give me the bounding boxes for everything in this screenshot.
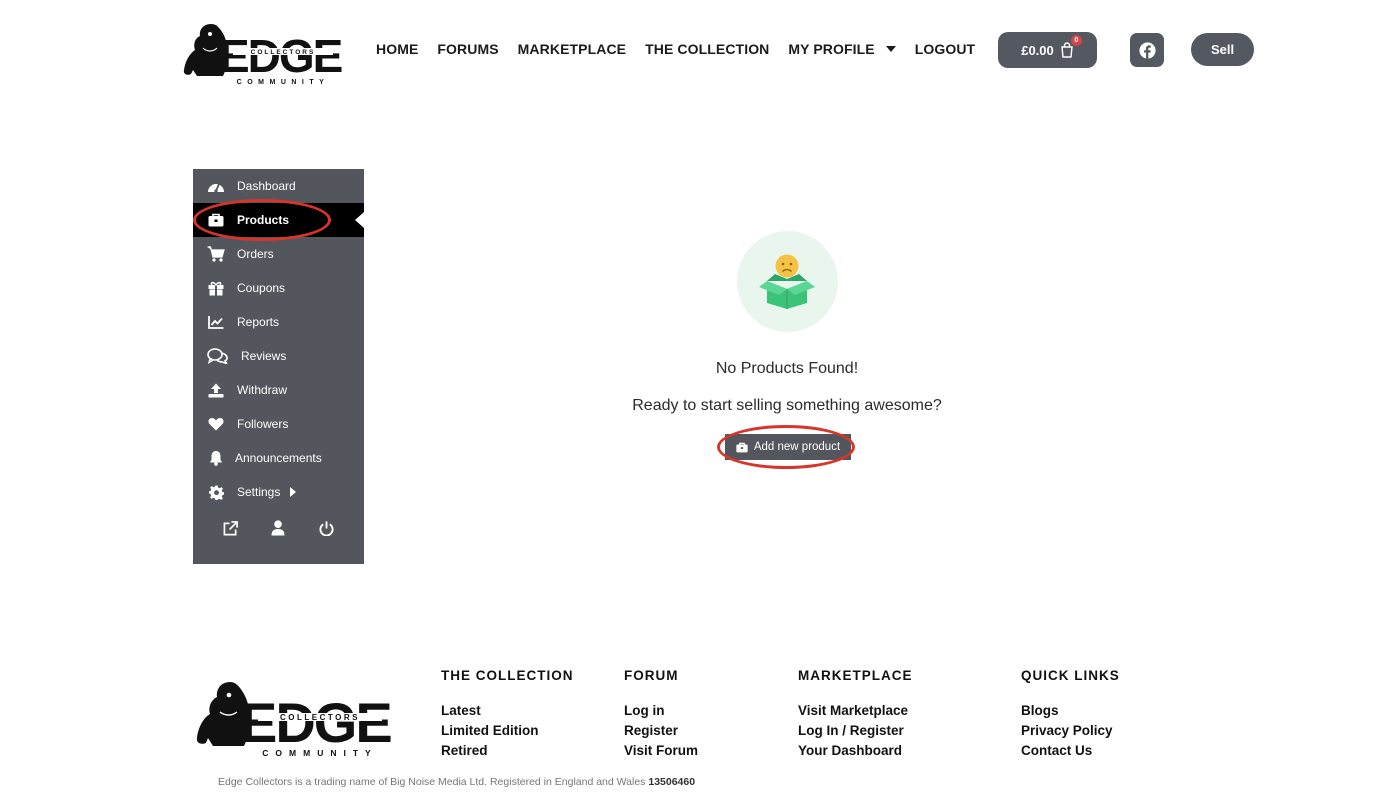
sidebar-bottom-actions [193,515,364,541]
footer-heading: FORUM [624,668,679,683]
sidebar-item-followers[interactable]: Followers [193,407,364,441]
sidebar-item-label: Reports [237,315,280,329]
sidebar-item-label: Orders [237,247,274,261]
sidebar-item-label: Followers [237,417,289,431]
sidebar-item-label: Withdraw [237,383,288,397]
cart-total: £0.00 [1021,42,1054,58]
sidebar-item-announcements[interactable]: Announcements [193,441,364,475]
nav-logout[interactable]: LOGOUT [915,41,975,57]
empty-state-title: No Products Found! [715,360,859,377]
briefcase-icon [736,442,748,453]
external-link-icon[interactable] [222,519,240,537]
footer-link-visit-marketplace[interactable]: Visit Marketplace [798,701,913,721]
site-logo[interactable]: EDGE COLLECTORS COMMUNITY [183,18,343,90]
footer-link-privacy-policy[interactable]: Privacy Policy [1021,721,1120,741]
copyright-notice: Edge Collectors is a trading name of Big… [218,776,695,788]
facebook-button[interactable] [1130,33,1164,67]
footer-link-latest[interactable]: Latest [441,701,574,721]
vendor-dashboard-sidebar: Dashboard Products Orders Coupons Report… [193,169,364,564]
gift-icon [207,280,225,296]
sidebar-item-orders[interactable]: Orders [193,237,364,271]
sidebar-item-coupons[interactable]: Coupons [193,271,364,305]
logo-band-text: COLLECTORS [251,49,316,56]
chevron-down-icon [885,46,896,52]
nav-my-profile[interactable]: MY PROFILE [788,41,896,57]
heart-icon [207,416,225,432]
footer-link-visit-forum[interactable]: Visit Forum [624,741,698,761]
bell-icon [207,450,225,466]
empty-state-subtitle: Ready to start selling something awesome… [632,397,942,414]
briefcase-icon [207,212,225,228]
sidebar-item-dashboard[interactable]: Dashboard [193,169,364,203]
copyright-text: Edge Collectors is a trading name of Big… [218,776,646,788]
footer-col-marketplace: MARKETPLACE Visit Marketplace Log In / R… [798,668,913,761]
upload-icon [207,382,225,398]
footer-logo[interactable]: EDGE COLLECTORS COMMUNITY [196,676,392,762]
sidebar-item-settings[interactable]: Settings [193,475,364,509]
empty-state-illustration [737,231,838,332]
facebook-icon [1138,41,1156,59]
footer-heading: THE COLLECTION [441,668,574,683]
sidebar-item-withdraw[interactable]: Withdraw [193,373,364,407]
footer-heading: MARKETPLACE [798,668,913,683]
gauge-icon [207,178,225,194]
nav-home[interactable]: HOME [376,41,418,57]
footer-logo-subtext: COMMUNITY [262,748,377,758]
gear-icon [207,484,225,500]
main-nav: HOME FORUMS MARKETPLACE THE COLLECTION M… [376,41,994,57]
nav-the-collection[interactable]: THE COLLECTION [645,41,769,57]
sidebar-item-label: Reviews [241,349,287,363]
add-new-product-button[interactable]: Add new product [725,434,851,460]
footer-col-forum: FORUM Log in Register Visit Forum [624,668,698,761]
cart-button[interactable]: £0.00 0 [998,32,1097,68]
footer-link-limited-edition[interactable]: Limited Edition [441,721,574,741]
add-new-product-label: Add new product [753,441,841,453]
sell-button[interactable]: Sell [1191,33,1254,66]
sidebar-item-label: Products [237,213,290,227]
footer-logo-band-text: COLLECTORS [280,713,360,722]
sad-box-icon [759,254,815,309]
footer-link-your-dashboard[interactable]: Your Dashboard [798,741,913,761]
cart-count-badge: 0 [1070,35,1082,46]
footer-link-contact-us[interactable]: Contact Us [1021,741,1120,761]
sidebar-item-label: Coupons [237,281,286,295]
sidebar-item-reports[interactable]: Reports [193,305,364,339]
footer-heading: QUICK LINKS [1021,668,1120,683]
sidebar-item-label: Announcements [235,451,322,465]
shopping-bag-icon: 0 [1060,35,1082,58]
cart-icon [207,246,225,262]
company-number: 13506460 [648,776,696,788]
sidebar-item-products[interactable]: Products [193,203,364,237]
footer-link-login-register[interactable]: Log In / Register [798,721,913,741]
power-icon[interactable] [317,519,335,537]
chart-icon [207,314,225,330]
logo-wordmark: EDGE [219,30,342,82]
chevron-right-icon [290,487,297,497]
logo-subtext: COMMUNITY [237,79,330,86]
footer-link-register[interactable]: Register [624,721,698,741]
footer-col-collection: THE COLLECTION Latest Limited Edition Re… [441,668,574,761]
sidebar-item-label: Dashboard [237,179,296,193]
nav-forums[interactable]: FORUMS [437,41,498,57]
user-icon[interactable] [269,519,287,537]
footer-link-retired[interactable]: Retired [441,741,574,761]
sidebar-item-reviews[interactable]: Reviews [193,339,364,373]
footer-col-quick-links: QUICK LINKS Blogs Privacy Policy Contact… [1021,668,1120,761]
footer-logo-wordmark: EDGE [240,691,391,754]
footer-link-log-in[interactable]: Log in [624,701,698,721]
footer-link-blogs[interactable]: Blogs [1021,701,1120,721]
comments-icon [207,348,229,364]
nav-marketplace[interactable]: MARKETPLACE [518,41,626,57]
sidebar-item-label: Settings [237,485,281,499]
